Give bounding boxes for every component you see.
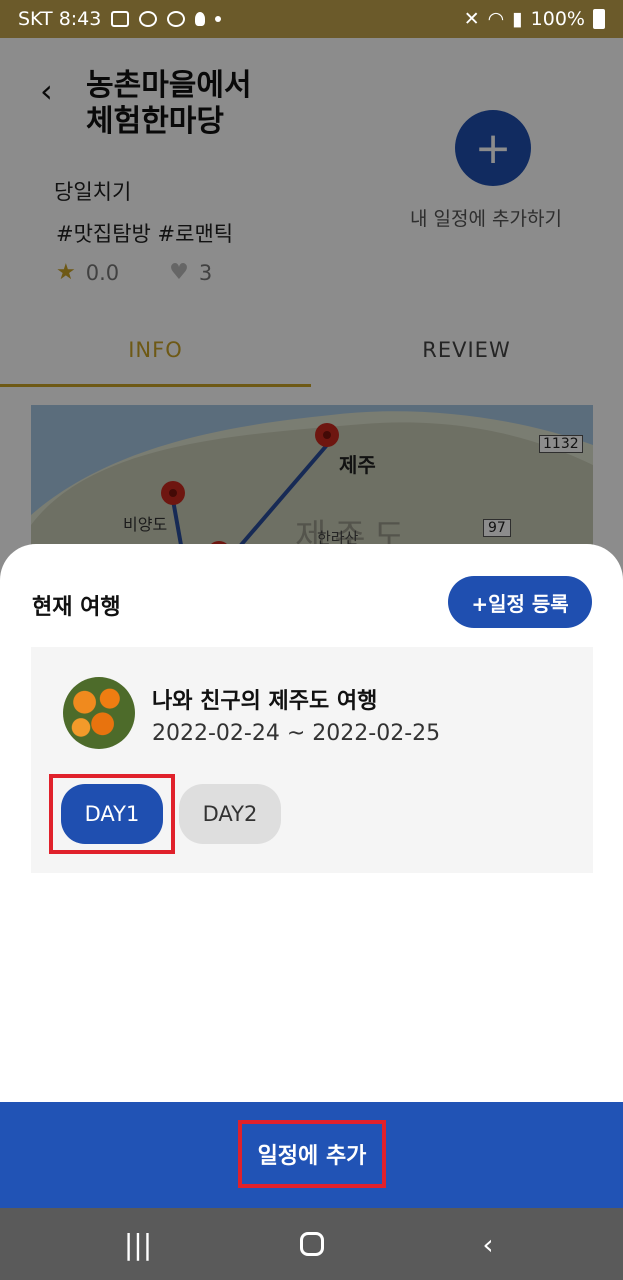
- home-icon[interactable]: [282, 1222, 342, 1266]
- day1-highlight-box: [49, 774, 175, 854]
- mute-icon: ✕: [463, 8, 480, 30]
- signal-icon: ▮: [512, 8, 523, 30]
- add-button-highlight-box: [238, 1120, 386, 1188]
- register-schedule-button[interactable]: +일정 등록: [448, 576, 592, 628]
- status-bar: SKT 8:43 ✕ ◠ ▮ 100%: [0, 0, 623, 38]
- wifi-icon: ◠: [487, 8, 505, 30]
- trip-thumbnail: [63, 677, 135, 749]
- back-icon[interactable]: ‹: [458, 1222, 518, 1266]
- notification-dot-icon: [215, 16, 222, 22]
- battery-percent: 100%: [530, 8, 585, 30]
- carrier-time: SKT 8:43: [18, 8, 102, 30]
- battery-icon: [593, 9, 605, 29]
- day2-button[interactable]: DAY2: [179, 784, 281, 844]
- chat-icon: [139, 11, 158, 27]
- talk-icon: [167, 11, 186, 27]
- trip-name: 나와 친구의 제주도 여행: [152, 689, 378, 714]
- system-nav-bar: ||| ‹: [0, 1208, 623, 1280]
- bulb-icon: [195, 12, 206, 26]
- gallery-icon: [111, 11, 130, 27]
- sheet-title: 현재 여행: [32, 595, 121, 620]
- recents-icon[interactable]: |||: [108, 1222, 168, 1266]
- trip-dates: 2022-02-24 ~ 2022-02-25: [152, 721, 441, 746]
